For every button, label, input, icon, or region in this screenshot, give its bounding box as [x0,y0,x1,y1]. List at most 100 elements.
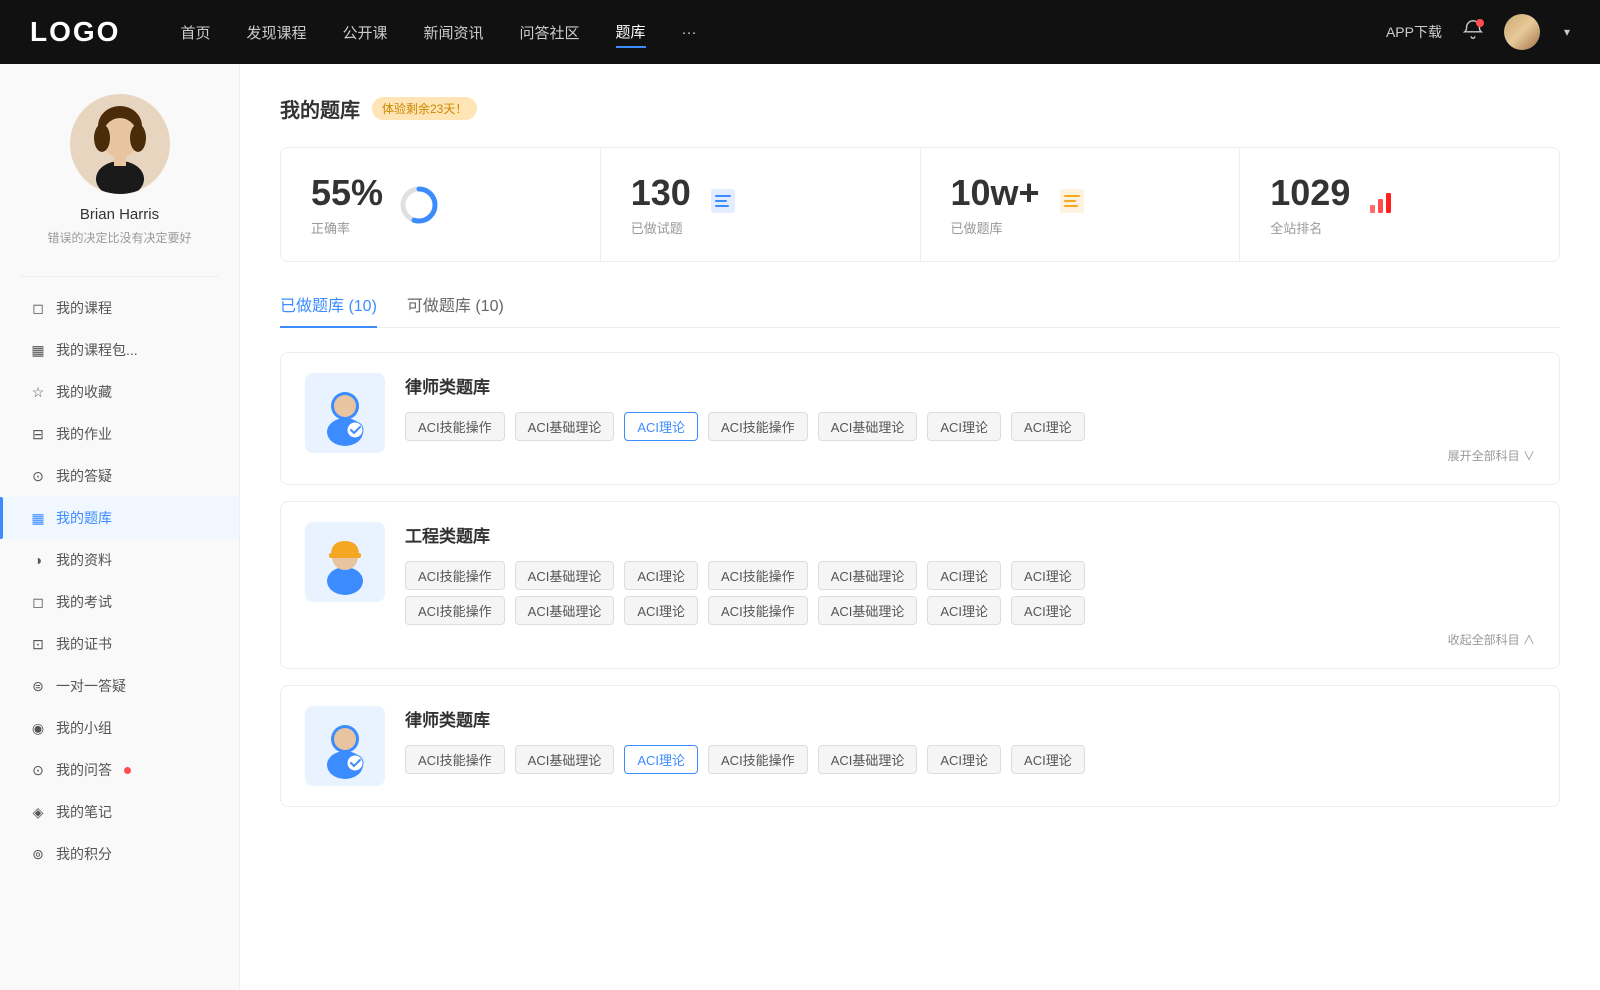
page-header: 我的题库 体验剩余23天！ [280,94,1560,123]
avatar-image [1504,14,1540,50]
avatar-svg [70,94,170,194]
nav-item-2[interactable]: 公开课 [342,18,387,47]
bank-title-1: 工程类题库 [405,522,1535,547]
menu-icon-12: ◈ [30,804,46,820]
tag-1-0-2[interactable]: ACI理论 [624,561,698,590]
tag-2-0-0[interactable]: ACI技能操作 [405,745,505,774]
app-download-button[interactable]: APP下载 [1386,22,1442,42]
tag-1-0-5[interactable]: ACI理论 [927,561,1001,590]
logo: LOGO [30,16,120,48]
bank-content-1: 工程类题库 ACI技能操作 ACI基础理论 ACI理论 ACI技能操作 ACI基础理论 A… [405,522,1535,648]
sidebar-item-我的课程[interactable]: ◻ 我的课程 [0,287,239,329]
sidebar-item-我的小组[interactable]: ◉ 我的小组 [0,707,239,749]
tag-0-0-2[interactable]: ACI理论 [624,412,698,441]
stat-label-3: 全站排名 [1270,218,1350,237]
tag-0-0-6[interactable]: ACI理论 [1011,412,1085,441]
tag-1-1-1[interactable]: ACI基础理论 [515,596,615,625]
sidebar: Brian Harris 错误的决定比没有决定要好 ◻ 我的课程 ▦ 我的课程包… [0,64,240,990]
bank-content-0: 律师类题库 ACI技能操作ACI基础理论ACI理论ACI技能操作ACI基础理论A… [405,373,1535,464]
tag-1-1-3[interactable]: ACI技能操作 [708,596,808,625]
menu-label-12: 我的笔记 [56,802,112,822]
tag-1-0-1[interactable]: ACI基础理论 [515,561,615,590]
sidebar-item-我的问答[interactable]: ⊙ 我的问答 [0,749,239,791]
tag-0-0-5[interactable]: ACI理论 [927,412,1001,441]
tag-2-0-3[interactable]: ACI技能操作 [708,745,808,774]
menu-dot-11 [124,767,131,774]
sidebar-item-我的题库[interactable]: ▦ 我的题库 [0,497,239,539]
tab-item-1[interactable]: 可做题库 (10) [407,292,504,328]
expand-btn-1[interactable]: 收起全部科目 ∧ [405,631,1535,648]
tag-2-0-2[interactable]: ACI理论 [624,745,698,774]
tag-1-0-3[interactable]: ACI技能操作 [708,561,808,590]
stat-icon-1 [707,185,747,225]
nav-item-1[interactable]: 发现课程 [246,18,306,47]
menu-label-8: 我的证书 [56,634,112,654]
tag-1-0-6[interactable]: ACI理论 [1011,561,1085,590]
sidebar-item-我的课程包...[interactable]: ▦ 我的课程包... [0,329,239,371]
menu-icon-13: ⊚ [30,846,46,862]
nav-item-5[interactable]: 题库 [616,17,646,48]
tabs: 已做题库 (10) 可做题库 (10) [280,292,1560,328]
menu-label-6: 我的资料 [56,550,112,570]
sidebar-item-我的收藏[interactable]: ☆ 我的收藏 [0,371,239,413]
tag-1-0-0[interactable]: ACI技能操作 [405,561,505,590]
user-avatar[interactable] [1504,14,1540,50]
tag-0-0-1[interactable]: ACI基础理论 [515,412,615,441]
tag-0-0-0[interactable]: ACI技能操作 [405,412,505,441]
expand-btn-0[interactable]: 展开全部科目 ∨ [405,447,1535,464]
sidebar-item-我的笔记[interactable]: ◈ 我的笔记 [0,791,239,833]
sidebar-item-我的作业[interactable]: ⊟ 我的作业 [0,413,239,455]
menu-icon-1: ▦ [30,342,46,358]
sidebar-menu: ◻ 我的课程 ▦ 我的课程包... ☆ 我的收藏 ⊟ 我的作业 ⊙ 我的答疑 ▦… [0,287,239,875]
sidebar-item-我的积分[interactable]: ⊚ 我的积分 [0,833,239,875]
tag-1-1-5[interactable]: ACI理论 [927,596,1001,625]
tag-1-1-2[interactable]: ACI理论 [624,596,698,625]
tag-1-1-6[interactable]: ACI理论 [1011,596,1085,625]
sidebar-item-我的考试[interactable]: ◻ 我的考试 [0,581,239,623]
tag-2-0-1[interactable]: ACI基础理论 [515,745,615,774]
menu-icon-5: ▦ [30,510,46,526]
tag-2-0-6[interactable]: ACI理论 [1011,745,1085,774]
stat-icon-3 [1366,185,1406,225]
nav-item-0[interactable]: 首页 [180,18,210,47]
sidebar-item-一对一答疑[interactable]: ⊜ 一对一答疑 [0,665,239,707]
stat-icon-0 [399,185,439,225]
nav-item-6[interactable]: ··· [682,20,697,45]
tag-1-1-0[interactable]: ACI技能操作 [405,596,505,625]
trial-badge: 体验剩余23天！ [372,97,477,120]
bank-icon-0 [305,373,385,453]
stat-value-3: 1029 [1270,172,1350,214]
nav-item-3[interactable]: 新闻资讯 [424,18,484,47]
menu-label-13: 我的积分 [56,844,112,864]
bank-card-2: 律师类题库 ACI技能操作ACI基础理论ACI理论ACI技能操作ACI基础理论A… [280,685,1560,807]
sidebar-item-我的证书[interactable]: ⊡ 我的证书 [0,623,239,665]
menu-label-1: 我的课程包... [56,340,138,360]
sidebar-item-我的答疑[interactable]: ⊙ 我的答疑 [0,455,239,497]
tag-1-0-4[interactable]: ACI基础理论 [818,561,918,590]
menu-label-7: 我的考试 [56,592,112,612]
tag-0-0-4[interactable]: ACI基础理论 [818,412,918,441]
menu-label-0: 我的课程 [56,298,112,318]
notification-button[interactable] [1462,19,1484,46]
menu-icon-9: ⊜ [30,678,46,694]
menu-icon-0: ◻ [30,300,46,316]
tag-2-0-4[interactable]: ACI基础理论 [818,745,918,774]
tag-1-1-4[interactable]: ACI基础理论 [818,596,918,625]
engineer-icon [317,529,373,595]
lawyer-icon [317,713,373,779]
page-title: 我的题库 [280,94,360,123]
stat-value-2: 10w+ [951,172,1040,214]
menu-icon-4: ⊙ [30,468,46,484]
profile-motto: 错误的决定比没有决定要好 [47,229,191,246]
nav-item-4[interactable]: 问答社区 [520,18,580,47]
tags-row-2-0: ACI技能操作 ACI基础理论 ACI理论 ACI技能操作 ACI基础理论 ACI理论 AC… [405,745,1535,774]
notification-dot [1476,19,1484,27]
bank-card-1: 工程类题库 ACI技能操作 ACI基础理论 ACI理论 ACI技能操作 ACI基础理论 A… [280,501,1560,669]
user-dropdown-chevron[interactable]: ▾ [1564,25,1570,39]
sidebar-item-我的资料[interactable]: ◑ 我的资料 [0,539,239,581]
main-content: 我的题库 体验剩余23天！ 55% 正确率 130 已做试题 10w+ 已做题库… [240,64,1600,990]
tab-item-0[interactable]: 已做题库 (10) [280,292,377,328]
navbar-right: APP下载 ▾ [1386,14,1570,50]
tag-2-0-5[interactable]: ACI理论 [927,745,1001,774]
tag-0-0-3[interactable]: ACI技能操作 [708,412,808,441]
